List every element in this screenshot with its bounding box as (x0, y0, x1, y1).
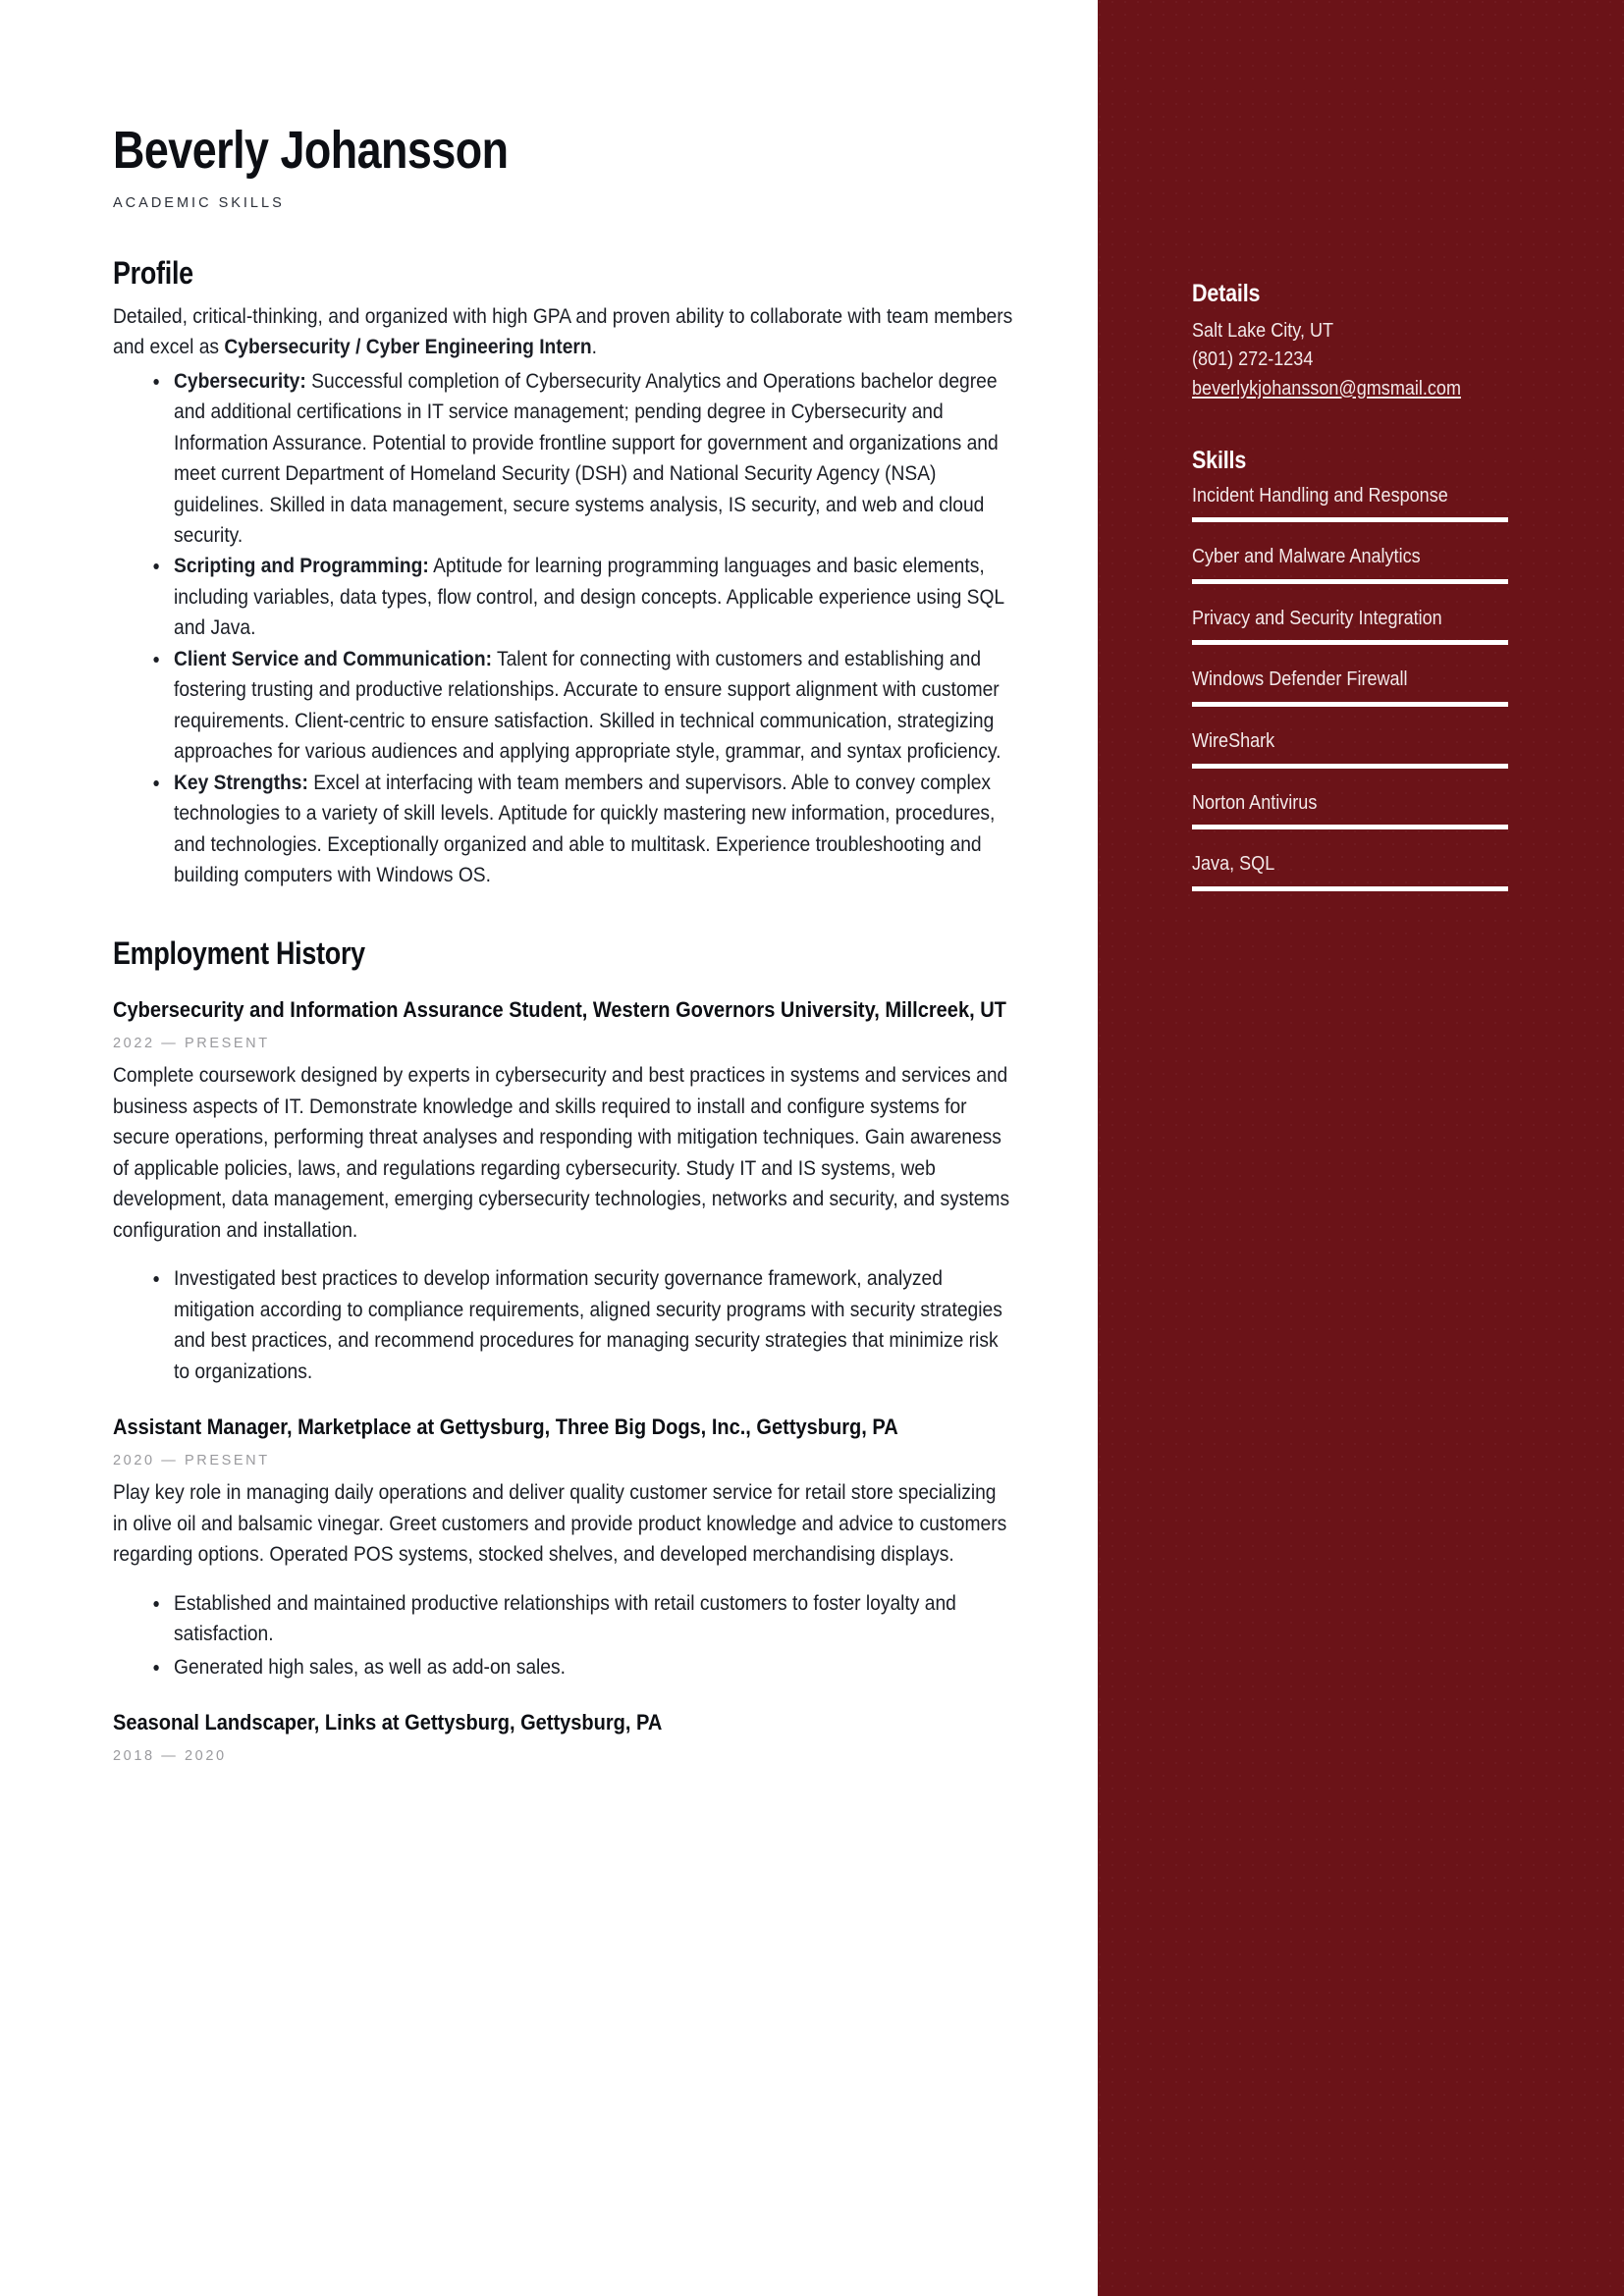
skill-label: Java, SQL (1192, 852, 1275, 876)
profile-intro: Detailed, critical-thinking, and organiz… (113, 301, 1016, 363)
job-bullet-list: Investigated best practices to develop i… (113, 1263, 1016, 1387)
list-item: Established and maintained productive re… (153, 1588, 1016, 1650)
employment-entry: Assistant Manager, Marketplace at Gettys… (113, 1413, 1016, 1682)
detail-location: Salt Lake City, UT (1192, 318, 1334, 342)
job-date: 2018 — 2020 (113, 1747, 227, 1764)
skill-level-track (1192, 578, 1508, 584)
skill-level-track (1192, 702, 1508, 708)
skill-item: Cyber and Malware Analytics (1192, 544, 1508, 584)
detail-phone[interactable]: (801) 272-1234 (1192, 345, 1470, 374)
list-item: Investigated best practices to develop i… (153, 1263, 1016, 1387)
skill-level-fill (1192, 640, 1508, 646)
skill-level-fill (1192, 517, 1508, 523)
job-title: Seasonal Landscaper, Links at Gettysburg… (113, 1709, 663, 1735)
detail-email[interactable]: beverlykjohansson@gmsmail.com (1192, 374, 1470, 403)
header-subtitle: ACADEMIC SKILLS (113, 195, 285, 211)
list-item: Client Service and Communication: Talent… (153, 644, 1016, 768)
job-title: Assistant Manager, Marketplace at Gettys… (113, 1415, 898, 1440)
job-date: 2020 — PRESENT (113, 1453, 270, 1469)
skill-item: Norton Antivirus (1192, 790, 1508, 830)
main-column: Beverly Johansson ACADEMIC SKILLS Profil… (113, 0, 1016, 1773)
list-item: Scripting and Programming: Aptitude for … (153, 551, 1016, 643)
bullet-lead: Client Service and Communication: (174, 646, 492, 670)
skills-block: Skills Incident Handling and Response Cy… (1192, 447, 1508, 892)
profile-intro-post: . (591, 335, 598, 359)
skill-level-fill (1192, 886, 1508, 892)
job-description: Complete coursework designed by experts … (113, 1063, 1010, 1242)
job-title: Cybersecurity and Information Assurance … (113, 997, 1006, 1023)
list-item: Cybersecurity: Successful completion of … (153, 366, 1016, 552)
skill-level-track (1192, 640, 1508, 646)
sidebar-content: Details Salt Lake City, UT (801) 272-123… (1192, 280, 1508, 913)
skill-label: Windows Defender Firewall (1192, 667, 1408, 691)
skill-level-fill (1192, 825, 1508, 830)
list-item: Key Strengths: Excel at interfacing with… (153, 768, 1016, 891)
skill-level-fill (1192, 578, 1508, 584)
skill-level-track (1192, 886, 1508, 892)
employment-entry: Seasonal Landscaper, Links at Gettysburg… (113, 1708, 1016, 1764)
job-description: Play key role in managing daily operatio… (113, 1480, 1007, 1567)
details-block: Details Salt Lake City, UT (801) 272-123… (1192, 280, 1508, 403)
job-bullet-list: Established and maintained productive re… (113, 1588, 1016, 1682)
skill-level-track (1192, 825, 1508, 830)
skill-level-track (1192, 517, 1508, 523)
profile-bullet-list: Cybersecurity: Successful completion of … (113, 366, 1016, 891)
resume-page: Beverly Johansson ACADEMIC SKILLS Profil… (0, 0, 1624, 2296)
skill-item: Java, SQL (1192, 851, 1508, 892)
skill-item: WireShark (1192, 728, 1508, 769)
skill-level-track (1192, 763, 1508, 769)
sidebar: Details Salt Lake City, UT (801) 272-123… (1098, 0, 1624, 2296)
employment-entry: Cybersecurity and Information Assurance … (113, 995, 1016, 1387)
section-title-profile: Profile (113, 255, 193, 291)
skill-label: Incident Handling and Response (1192, 483, 1448, 507)
skill-item: Privacy and Security Integration (1192, 606, 1508, 646)
skill-label: Cyber and Malware Analytics (1192, 545, 1421, 568)
skill-item: Windows Defender Firewall (1192, 667, 1508, 708)
skill-level-fill (1192, 763, 1508, 769)
bullet-lead: Scripting and Programming: (174, 554, 429, 578)
skill-item: Incident Handling and Response (1192, 483, 1508, 523)
job-date: 2022 — PRESENT (113, 1036, 270, 1052)
sidebar-section-title-details: Details (1192, 280, 1261, 307)
bullet-text: Successful completion of Cybersecurity A… (174, 368, 999, 547)
skill-label: WireShark (1192, 729, 1275, 753)
page-title: Beverly Johansson (113, 121, 509, 180)
skill-label: Norton Antivirus (1192, 790, 1318, 814)
bullet-lead: Cybersecurity: (174, 368, 306, 393)
skill-level-fill (1192, 702, 1508, 708)
profile-intro-role: Cybersecurity / Cyber Engineering Intern (224, 335, 592, 359)
skill-label: Privacy and Security Integration (1192, 606, 1442, 629)
sidebar-section-title-skills: Skills (1192, 447, 1247, 475)
section-title-employment: Employment History (113, 934, 365, 971)
bullet-lead: Key Strengths: (174, 770, 308, 794)
list-item: Generated high sales, as well as add-on … (153, 1652, 1016, 1682)
